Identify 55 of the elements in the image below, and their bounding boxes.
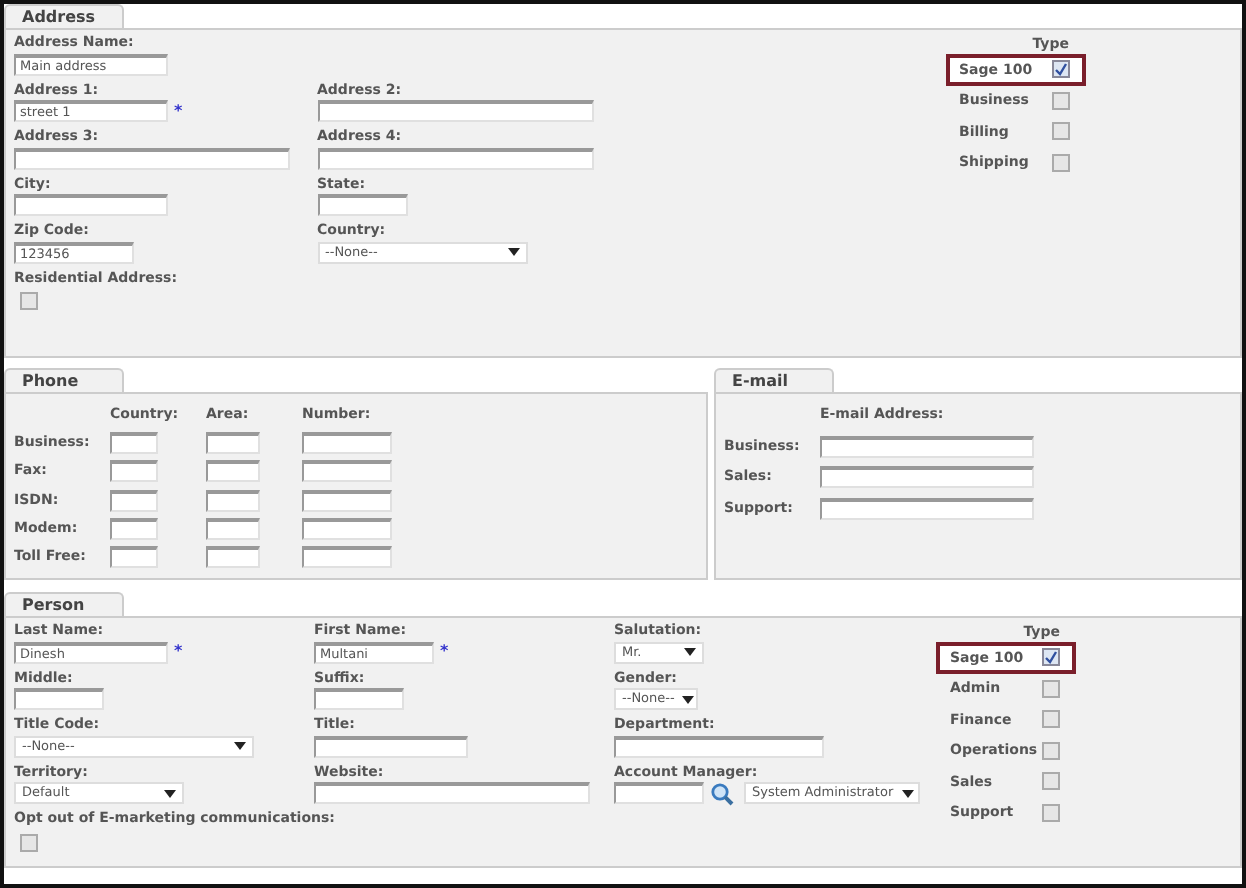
- input-field[interactable]: [110, 517, 158, 540]
- input-field[interactable]: [302, 431, 392, 454]
- input-field[interactable]: [820, 497, 1034, 520]
- input-field[interactable]: [314, 782, 590, 804]
- section-tab[interactable]: Address: [4, 4, 124, 28]
- caret-icon: [507, 248, 519, 256]
- search-icon[interactable]: [710, 781, 734, 805]
- section-tab[interactable]: E-mail: [714, 368, 834, 392]
- input-field[interactable]: [614, 782, 704, 804]
- input-field[interactable]: [14, 194, 168, 216]
- required-mark: *: [174, 644, 183, 660]
- input-field[interactable]: [317, 194, 407, 216]
- input-field[interactable]: [317, 100, 593, 122]
- input-field[interactable]: [206, 517, 260, 540]
- input-field[interactable]: [110, 431, 158, 454]
- checkbox[interactable]: [1042, 679, 1060, 698]
- input-field[interactable]: [302, 489, 392, 512]
- input-field[interactable]: [14, 688, 104, 710]
- input-field[interactable]: [302, 460, 392, 483]
- caret-icon: [234, 742, 246, 750]
- input-field[interactable]: [820, 435, 1034, 458]
- caret-icon: [164, 789, 176, 797]
- input-field[interactable]: [206, 546, 260, 569]
- input-field[interactable]: [206, 460, 260, 483]
- section-tab[interactable]: Person: [4, 592, 124, 616]
- input-field[interactable]: [110, 489, 158, 512]
- input-field[interactable]: [314, 735, 468, 757]
- required-mark: *: [440, 644, 449, 660]
- input-field[interactable]: [614, 735, 824, 757]
- checkbox[interactable]: [1051, 60, 1069, 79]
- required-mark: *: [174, 103, 183, 119]
- input-field[interactable]: [206, 489, 260, 512]
- input-field[interactable]: [302, 517, 392, 540]
- input-field[interactable]: [110, 460, 158, 483]
- caret-icon: [684, 648, 696, 656]
- caret-icon: [901, 789, 914, 797]
- checkbox[interactable]: [1042, 710, 1060, 729]
- input-field[interactable]: [820, 466, 1034, 489]
- section-tab[interactable]: Phone: [4, 368, 124, 392]
- input-field[interactable]: [110, 546, 158, 569]
- checkbox[interactable]: [20, 833, 38, 851]
- checkbox[interactable]: [1042, 648, 1060, 667]
- input-field[interactable]: [314, 688, 404, 710]
- input-field[interactable]: [302, 546, 392, 569]
- checkbox[interactable]: [1051, 122, 1069, 141]
- checkbox[interactable]: [1042, 741, 1060, 760]
- checkbox[interactable]: [1042, 772, 1060, 791]
- checkbox[interactable]: [20, 292, 38, 310]
- input-field[interactable]: [206, 431, 260, 454]
- caret-icon: [682, 695, 695, 703]
- input-field[interactable]: [14, 147, 290, 169]
- input-field[interactable]: [317, 147, 593, 169]
- checkbox[interactable]: [1042, 803, 1060, 822]
- checkbox[interactable]: [1051, 153, 1069, 172]
- checkbox[interactable]: [1051, 91, 1069, 110]
